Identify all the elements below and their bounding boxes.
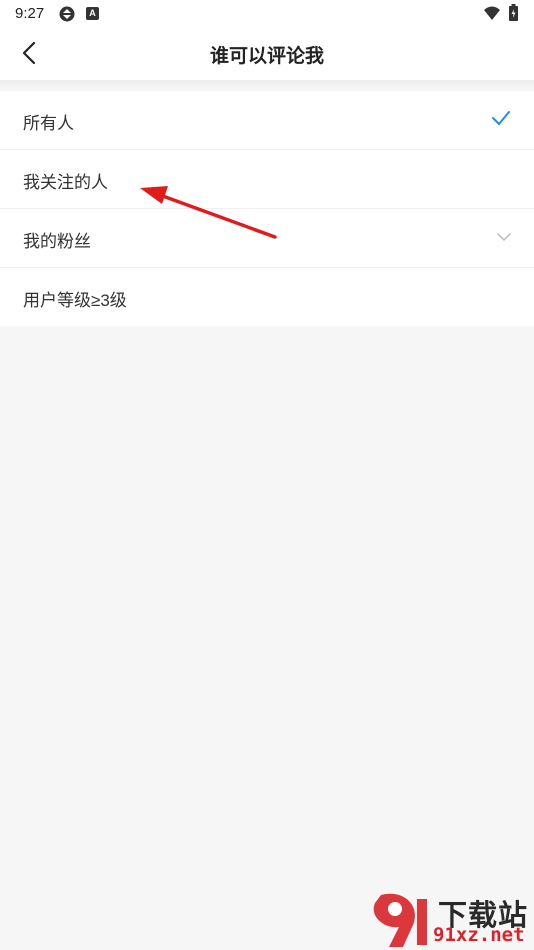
option-label: 用户等级≥3级: [23, 291, 127, 310]
header: 谁可以评论我: [0, 28, 534, 80]
wifi-icon: [484, 6, 500, 20]
status-bar: 9:27 A: [0, 0, 534, 28]
screen: 9:27 A 谁可以评论我 所有人 我关注的人 我的粉丝 用户等级≥3级 下载站…: [0, 0, 534, 950]
checkmark-icon: [492, 111, 510, 125]
status-time: 9:27: [15, 5, 45, 22]
chevron-down-icon: [497, 233, 511, 241]
page-title: 谁可以评论我: [209, 46, 324, 67]
option-label: 我关注的人: [23, 173, 108, 192]
a-badge-icon: A: [86, 7, 99, 20]
option-label: 我的粉丝: [23, 232, 91, 251]
option-label: 所有人: [23, 114, 74, 133]
watermark-url: 91xz.net: [433, 924, 525, 946]
option-level-3[interactable]: 用户等级≥3级: [0, 268, 534, 326]
annotation-arrow-icon: [140, 186, 277, 239]
option-everyone[interactable]: 所有人: [0, 91, 534, 150]
battery-charging-icon: [509, 4, 518, 21]
sync-icon: [59, 6, 75, 22]
header-divider: [0, 80, 534, 90]
